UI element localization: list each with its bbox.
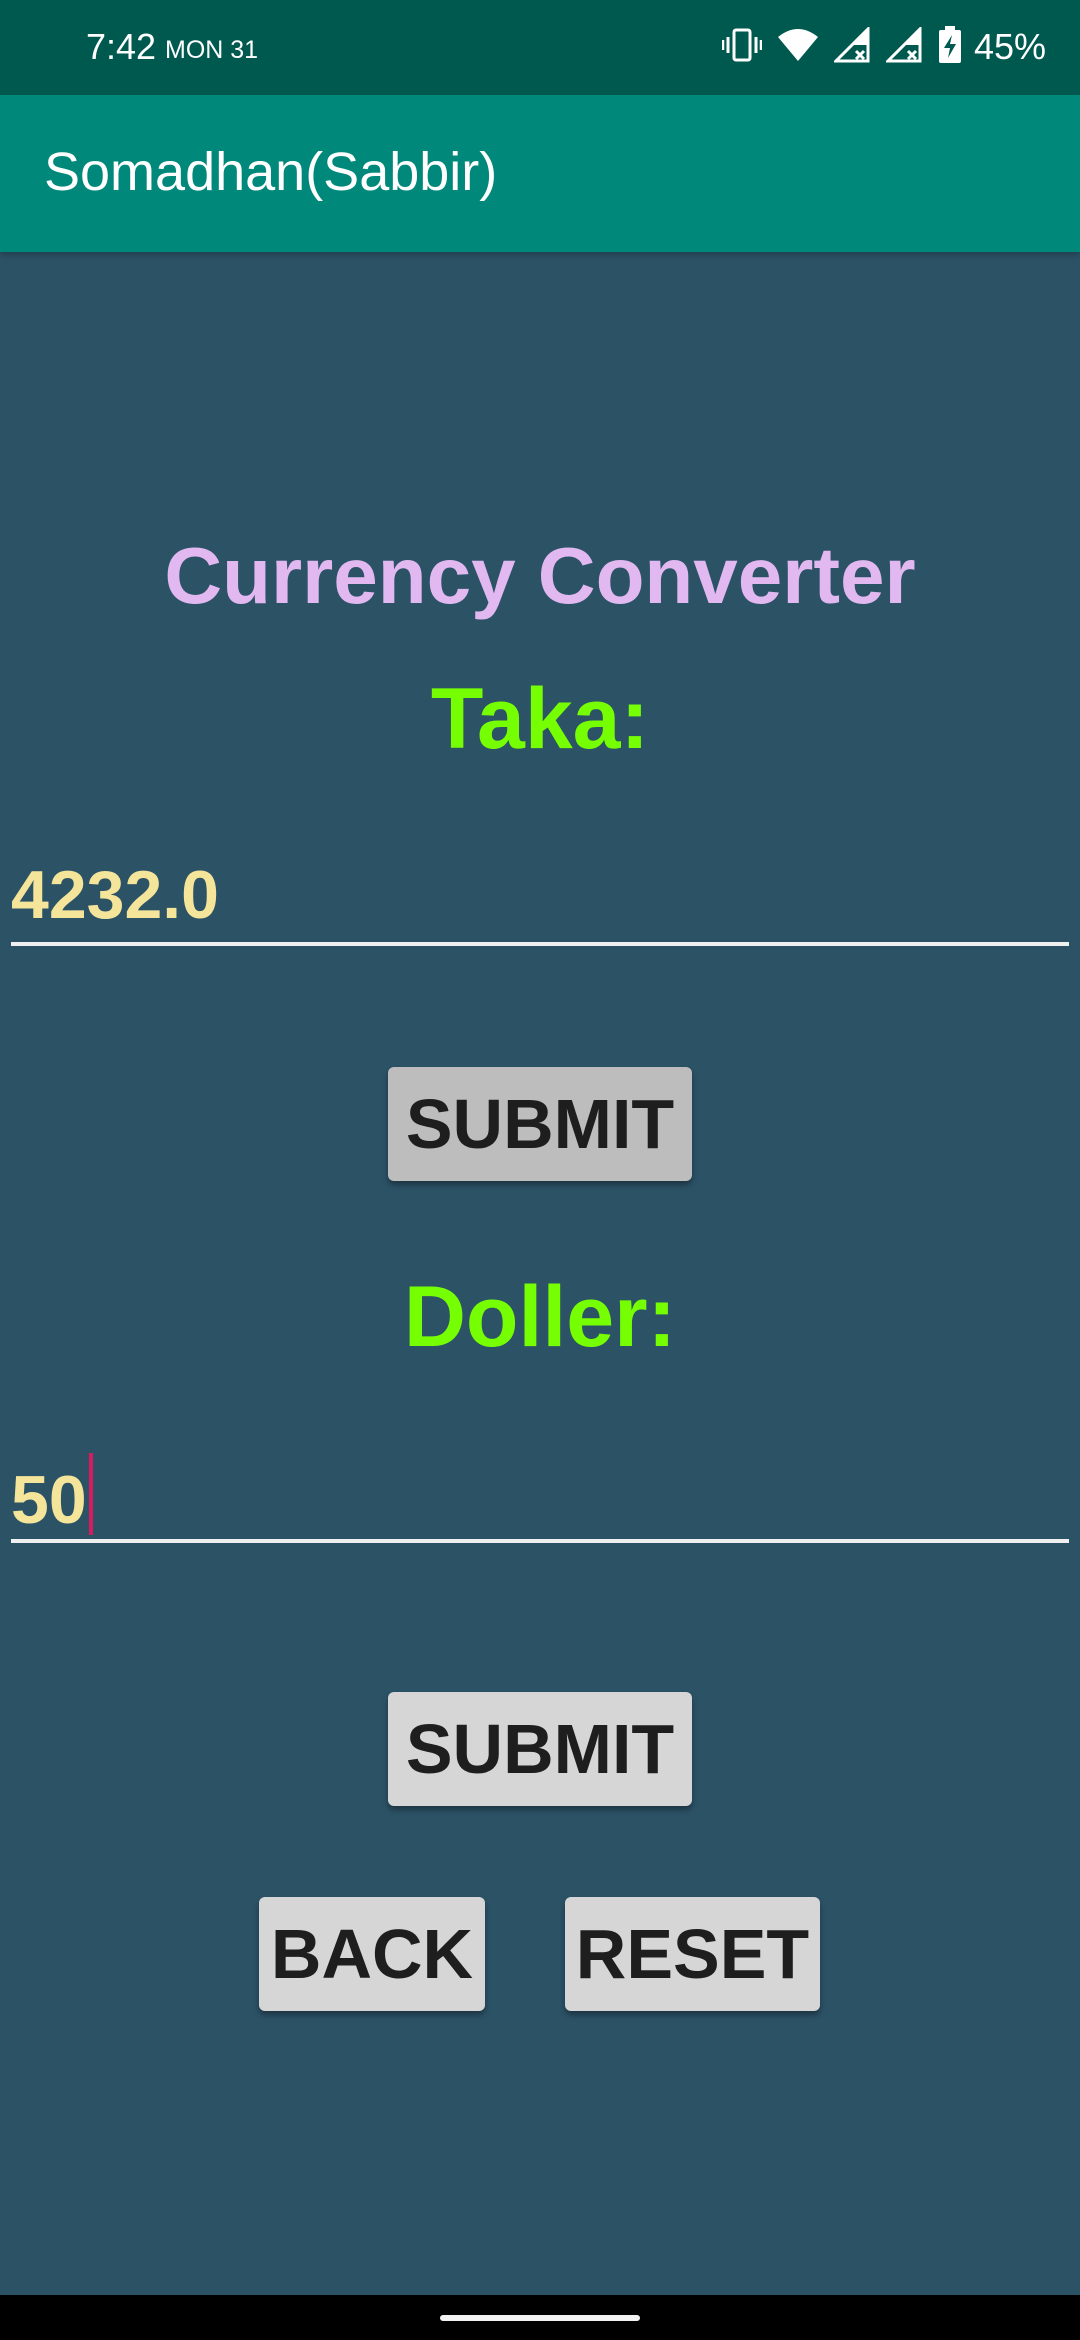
navigation-bar	[0, 2295, 1080, 2340]
vibrate-icon	[721, 27, 763, 68]
taka-input-value: 4232.0	[11, 857, 219, 933]
taka-input[interactable]: 4232.0	[11, 852, 1069, 946]
status-icons: 45%	[708, 24, 1046, 70]
app-bar: Somadhan(Sabbir)	[0, 95, 1080, 252]
app-title: Somadhan(Sabbir)	[44, 142, 498, 202]
battery-percentage: 45%	[973, 26, 1046, 67]
battery-charging-icon	[938, 25, 962, 69]
signal-icon	[884, 24, 924, 68]
doller-label: Doller:	[403, 1269, 677, 1365]
doller-input-wrapper: 50	[11, 1453, 93, 1539]
back-button[interactable]: BACK	[259, 1897, 485, 2011]
signal-icon	[832, 24, 872, 68]
text-cursor	[88, 1453, 93, 1535]
wifi-icon	[776, 27, 820, 68]
status-day: MON 31	[165, 36, 259, 64]
status-bar: 7:42 MON 31 45%	[0, 0, 1080, 95]
taka-label: Taka:	[430, 671, 650, 767]
home-indicator[interactable]	[440, 2315, 640, 2321]
submit-taka-button[interactable]: SUBMIT	[388, 1067, 692, 1181]
status-time: 7:42	[86, 26, 157, 67]
page-title: Currency Converter	[164, 531, 916, 620]
doller-input[interactable]: 50	[11, 1449, 1069, 1543]
reset-button[interactable]: RESET	[565, 1897, 820, 2011]
submit-doller-button[interactable]: SUBMIT	[388, 1692, 692, 1806]
doller-input-value: 50	[11, 1462, 87, 1538]
